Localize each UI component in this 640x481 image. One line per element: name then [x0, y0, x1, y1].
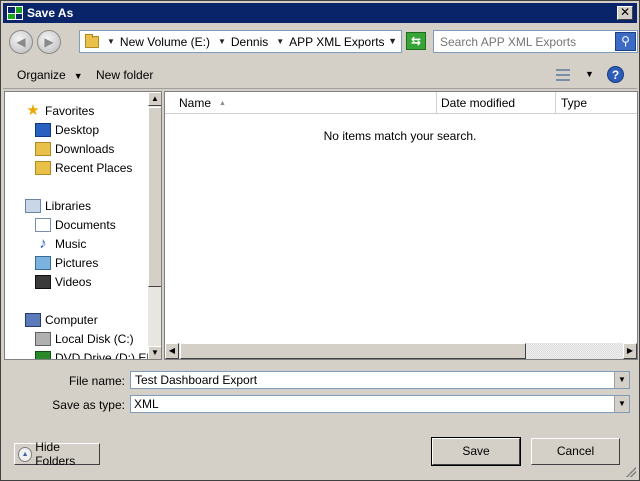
forward-button[interactable]: ▶ — [37, 30, 61, 54]
scroll-right-button[interactable]: ▶ — [623, 343, 637, 359]
view-dropdown-icon[interactable]: ▼ — [585, 69, 594, 79]
tree-item-documents[interactable]: Documents — [35, 215, 116, 234]
tree-item-music[interactable]: ♪ Music — [35, 234, 86, 253]
organize-button[interactable]: Organize ▼ — [17, 68, 83, 82]
tree-item-recent-places[interactable]: Recent Places — [35, 158, 132, 177]
breadcrumb-item[interactable]: New Volume (E:) — [120, 35, 210, 49]
tree-item-desktop[interactable]: Desktop — [35, 120, 99, 139]
save-as-type-value: XML — [134, 397, 159, 411]
local-disk-icon — [35, 331, 51, 346]
navigation-row: ◀ ▶ ▼ New Volume (E:) ▼ Dennis ▼ APP XML… — [3, 27, 638, 57]
file-list-horizontal-scrollbar[interactable]: ◀ ▶ — [165, 343, 637, 359]
search-button[interactable]: ⚲ — [615, 32, 636, 51]
forward-arrow-icon: ▶ — [44, 35, 54, 49]
dvd-drive-icon — [35, 350, 51, 359]
chevron-down-icon: ▼ — [618, 399, 626, 408]
save-as-type-select[interactable]: XML ▼ — [130, 395, 630, 413]
save-as-type-dropdown-button[interactable]: ▼ — [614, 396, 629, 412]
pictures-icon — [35, 255, 51, 270]
resize-grip[interactable] — [626, 467, 636, 477]
chevron-down-icon: ▼ — [618, 375, 626, 384]
music-icon: ♪ — [39, 234, 47, 252]
app-icon — [7, 6, 23, 20]
column-header-type[interactable]: Type — [556, 92, 637, 113]
breadcrumb-separator-icon[interactable]: ▼ — [276, 37, 284, 46]
title-bar[interactable]: Save As ✕ — [3, 3, 637, 23]
back-arrow-icon: ◀ — [16, 35, 26, 49]
column-header-date-modified[interactable]: Date modified — [437, 92, 556, 113]
view-options-icon[interactable] — [556, 69, 570, 81]
breadcrumb-item[interactable]: APP XML Exports — [289, 35, 384, 49]
desktop-icon — [35, 122, 51, 137]
empty-list-message: No items match your search. — [323, 129, 477, 143]
scroll-up-button[interactable]: ▲ — [148, 92, 161, 106]
file-name-label: File name: — [68, 374, 125, 388]
star-icon: ★ — [26, 101, 40, 119]
refresh-icon: ⇆ — [410, 34, 422, 48]
tree-item-favorites[interactable]: ★ Favorites — [25, 101, 94, 120]
documents-icon — [35, 217, 51, 232]
command-bar: Organize ▼ New folder ▼ ? — [3, 61, 637, 89]
address-bar[interactable]: ▼ New Volume (E:) ▼ Dennis ▼ APP XML Exp… — [79, 30, 402, 53]
new-folder-button[interactable]: New folder — [96, 68, 153, 82]
save-as-dialog: Save As ✕ ◀ ▶ ▼ New Volume (E:) ▼ Dennis… — [0, 0, 640, 481]
chevron-down-icon: ▼ — [73, 71, 83, 81]
address-dropdown-icon[interactable]: ▼ — [388, 36, 397, 46]
back-button[interactable]: ◀ — [9, 30, 33, 54]
save-as-type-label: Save as type: — [52, 398, 125, 412]
help-icon[interactable]: ? — [607, 66, 624, 83]
close-button[interactable]: ✕ — [617, 6, 633, 20]
videos-icon — [35, 274, 51, 289]
refresh-button[interactable]: ⇆ — [406, 32, 426, 50]
search-input[interactable] — [434, 31, 614, 52]
search-icon: ⚲ — [621, 34, 630, 48]
navigation-pane: ★ Favorites Desktop Downloads Recent Pla… — [4, 91, 162, 360]
scroll-thumb[interactable] — [148, 107, 161, 287]
file-name-combobox: ▼ — [130, 371, 630, 389]
recent-places-icon — [35, 160, 51, 175]
tree-item-computer[interactable]: Computer — [25, 310, 98, 329]
tree-item-videos[interactable]: Videos — [35, 272, 91, 291]
breadcrumb-separator-icon[interactable]: ▼ — [107, 37, 115, 46]
folder-icon — [85, 33, 99, 48]
file-list-pane[interactable]: Name ▲ Date modified Type No items match … — [164, 91, 638, 360]
chevron-up-icon: ▲ — [18, 446, 33, 462]
search-box: ⚲ — [433, 30, 638, 53]
sort-ascending-icon: ▲ — [219, 100, 226, 107]
scroll-thumb[interactable] — [180, 343, 526, 359]
scroll-left-button[interactable]: ◀ — [165, 343, 179, 359]
save-button[interactable]: Save — [431, 437, 521, 466]
tree-item-local-disk[interactable]: Local Disk (C:) — [35, 329, 134, 348]
downloads-folder-icon — [35, 141, 51, 156]
libraries-icon — [25, 198, 41, 213]
column-header-name[interactable]: Name ▲ — [165, 92, 437, 113]
breadcrumb-item[interactable]: Dennis — [231, 35, 268, 49]
hide-folders-button[interactable]: ▲ Hide Folders — [14, 440, 100, 468]
breadcrumb-separator-icon[interactable]: ▼ — [218, 37, 226, 46]
tree-item-downloads[interactable]: Downloads — [35, 139, 114, 158]
nav-vertical-scrollbar[interactable]: ▲ ▼ — [148, 92, 161, 359]
tree-item-dvd-drive[interactable]: DVD Drive (D:) ENI — [35, 348, 158, 359]
file-name-input[interactable] — [131, 372, 615, 388]
tree-item-libraries[interactable]: Libraries — [25, 196, 91, 215]
column-header-row: Name ▲ Date modified Type — [165, 92, 637, 114]
folder-tree: ★ Favorites Desktop Downloads Recent Pla… — [5, 92, 158, 359]
cancel-button[interactable]: Cancel — [531, 438, 620, 465]
scroll-down-button[interactable]: ▼ — [148, 346, 161, 359]
file-name-dropdown-button[interactable]: ▼ — [614, 372, 629, 388]
tree-item-pictures[interactable]: Pictures — [35, 253, 98, 272]
window-title: Save As — [27, 6, 74, 20]
computer-icon — [25, 312, 41, 327]
